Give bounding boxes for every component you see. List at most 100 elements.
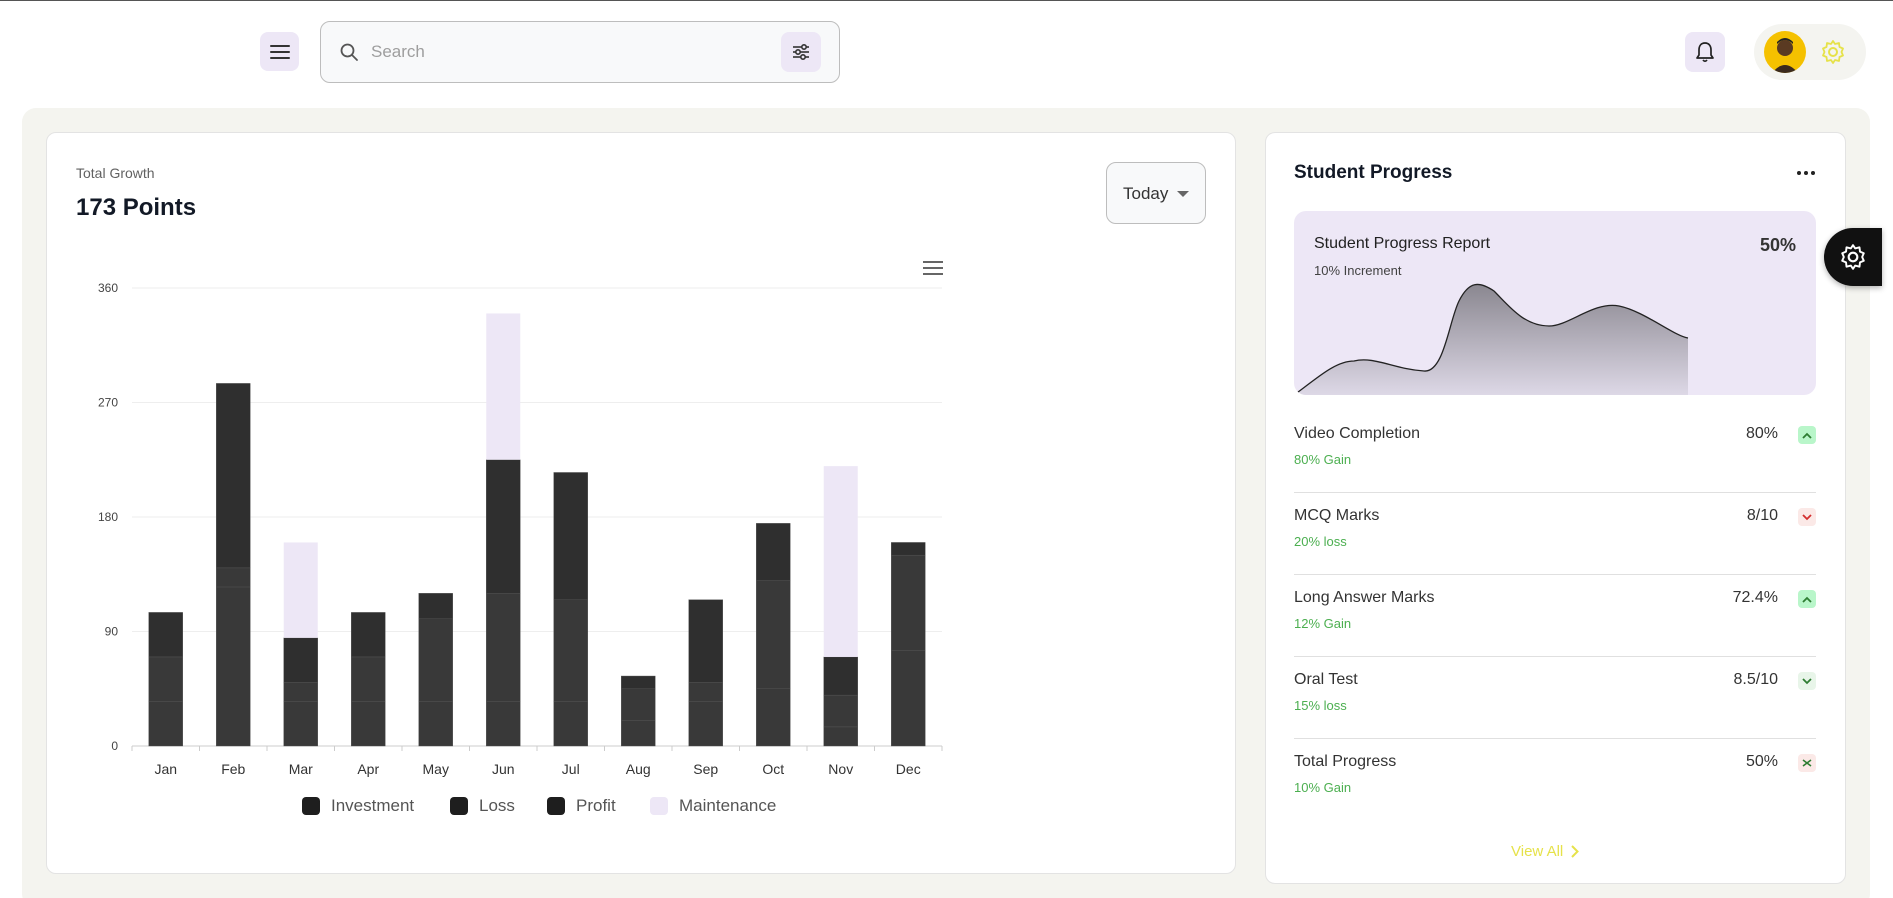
bar-maintenance[interactable]	[823, 466, 858, 657]
chevron-up-icon	[1802, 596, 1812, 603]
bar-profit[interactable]	[553, 472, 588, 600]
avatar	[1764, 31, 1806, 73]
bar-maintenance[interactable]	[283, 542, 318, 638]
bar-investment[interactable]	[283, 701, 318, 747]
menu-toggle-button[interactable]	[260, 32, 299, 71]
student-progress-title: Student Progress	[1294, 162, 1453, 183]
legend-swatch[interactable]	[302, 797, 320, 815]
bar-loss[interactable]	[553, 599, 588, 702]
bar-investment[interactable]	[823, 726, 858, 747]
bar-investment[interactable]	[418, 701, 453, 747]
x-tick-label: Jun	[492, 761, 515, 777]
bell-icon	[1696, 42, 1714, 63]
bar-investment[interactable]	[351, 701, 386, 747]
bar-maintenance[interactable]	[486, 313, 521, 460]
gear-icon	[1841, 244, 1865, 270]
x-tick-label: Jan	[154, 761, 177, 777]
x-tick-label: Oct	[762, 761, 784, 777]
chevron-right-icon	[1571, 845, 1580, 858]
notifications-button[interactable]	[1685, 32, 1725, 72]
metric-change: 80% Gain	[1294, 452, 1352, 467]
arrows-collapse-icon	[1802, 759, 1812, 767]
legend-swatch[interactable]	[547, 797, 565, 815]
bar-investment[interactable]	[756, 688, 791, 747]
bar-investment[interactable]	[148, 701, 183, 747]
bar-profit[interactable]	[621, 675, 656, 689]
metric-change: 20% loss	[1294, 534, 1347, 549]
bar-profit[interactable]	[283, 637, 318, 683]
progress-metric-row: Long Answer Marks 72.4% 12% Gain	[1294, 575, 1816, 657]
search-input[interactable]	[371, 36, 771, 68]
y-tick-label: 0	[111, 739, 118, 753]
trend-badge	[1798, 672, 1816, 690]
bar-loss[interactable]	[148, 656, 183, 702]
progress-metric-row: Total Progress 50% 10% Gain	[1294, 739, 1816, 821]
view-all-link[interactable]: View All	[1511, 843, 1580, 860]
metric-value: 8.5/10	[1733, 671, 1778, 688]
report-subtitle: 10% Increment	[1314, 263, 1402, 278]
chevron-up-icon	[1802, 432, 1812, 439]
hamburger-icon	[269, 44, 290, 59]
y-tick-label: 360	[98, 281, 118, 295]
bar-investment[interactable]	[486, 701, 521, 747]
metric-value: 80%	[1745, 425, 1778, 442]
bar-loss[interactable]	[756, 580, 791, 689]
trend-badge	[1798, 508, 1816, 526]
progress-metrics-list: Video Completion 80% 80% Gain MCQ Marks 8/10…	[1294, 411, 1816, 821]
total-growth-card: Total Growth 173 Points Today 0 90 180 270 3…	[46, 132, 1236, 874]
metric-label: Video Completion	[1294, 425, 1421, 442]
profile-menu[interactable]	[1754, 24, 1866, 80]
progress-report-panel: Student Progress Report 10% Increment 50…	[1294, 211, 1816, 395]
x-tick-label: Mar	[289, 761, 313, 777]
bar-investment[interactable]	[688, 701, 723, 747]
x-tick-label: May	[423, 761, 449, 777]
more-options-button[interactable]	[1791, 163, 1821, 183]
legend-swatch[interactable]	[650, 797, 668, 815]
bar-loss[interactable]	[351, 656, 386, 702]
metric-change: 12% Gain	[1294, 616, 1352, 631]
bar-profit[interactable]	[148, 612, 183, 658]
bar-profit[interactable]	[891, 542, 926, 556]
sliders-icon	[793, 43, 809, 61]
bar-loss[interactable]	[216, 567, 251, 588]
customize-settings-button[interactable]	[1824, 228, 1882, 286]
bar-profit[interactable]	[756, 523, 791, 581]
legend-label[interactable]: Profit	[576, 796, 616, 815]
bar-profit[interactable]	[486, 459, 521, 594]
legend-label[interactable]: Loss	[479, 796, 515, 815]
bar-profit[interactable]	[688, 599, 723, 683]
search-bar	[320, 21, 840, 83]
bar-investment[interactable]	[891, 650, 926, 747]
metric-change: 10% Gain	[1294, 780, 1352, 795]
metric-label: Long Answer Marks	[1294, 589, 1435, 606]
bar-investment[interactable]	[621, 720, 656, 747]
y-tick-label: 180	[98, 510, 118, 524]
bar-investment[interactable]	[216, 586, 251, 747]
legend-label[interactable]: Maintenance	[679, 796, 776, 815]
bar-investment[interactable]	[553, 701, 588, 747]
metric-value: 8/10	[1746, 507, 1778, 524]
report-percent: 50%	[1759, 235, 1796, 255]
trend-badge	[1798, 590, 1816, 608]
x-tick-label: Apr	[357, 761, 379, 777]
bar-loss[interactable]	[486, 593, 521, 702]
chevron-down-icon	[1802, 677, 1812, 684]
legend-swatch[interactable]	[450, 797, 468, 815]
bar-loss[interactable]	[823, 694, 858, 728]
bar-loss[interactable]	[891, 554, 926, 651]
bar-profit[interactable]	[823, 656, 858, 696]
top-header	[0, 1, 1893, 101]
bar-profit[interactable]	[351, 612, 386, 658]
filter-button[interactable]	[781, 32, 821, 72]
bar-profit[interactable]	[216, 383, 251, 569]
bar-loss[interactable]	[283, 682, 318, 702]
metric-change: 15% loss	[1294, 698, 1347, 713]
bar-loss[interactable]	[418, 618, 453, 702]
bar-profit[interactable]	[418, 593, 453, 619]
gear-icon	[1822, 40, 1844, 64]
view-all-label: View All	[1511, 843, 1564, 860]
legend-label[interactable]: Investment	[331, 796, 414, 815]
bar-loss[interactable]	[688, 682, 723, 702]
bar-loss[interactable]	[621, 688, 656, 721]
x-tick-label: Sep	[693, 761, 718, 777]
